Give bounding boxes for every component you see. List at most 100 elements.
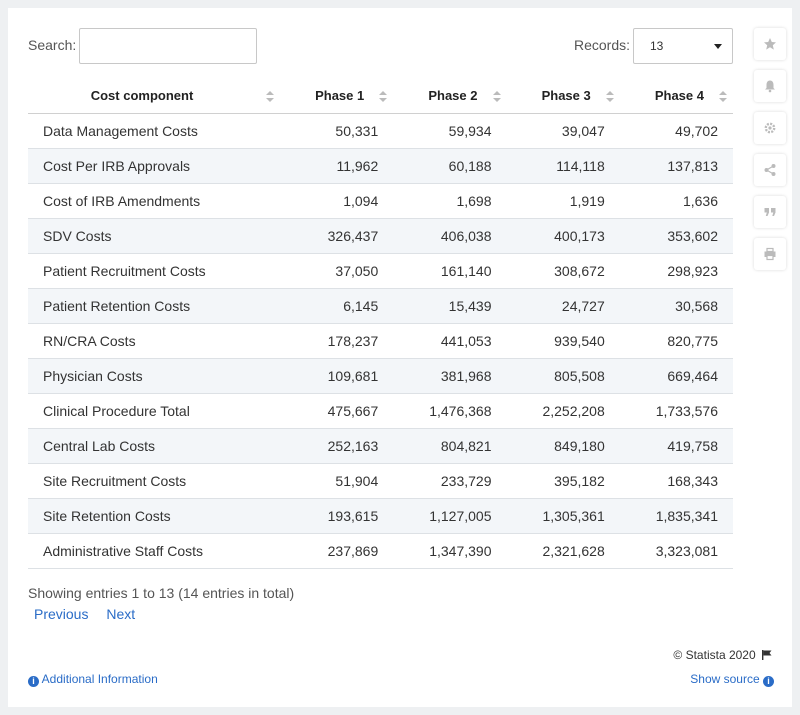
cell-phase-2: 1,127,005	[393, 498, 507, 534]
cell-phase-3: 24,727	[506, 288, 620, 324]
pagination: Previous Next	[34, 606, 149, 622]
cell-phase-2: 59,934	[393, 113, 507, 149]
table-row: Cost Per IRB Approvals 11,962 60,188 114,11…	[28, 148, 733, 184]
table-info: Showing entries 1 to 13 (14 entries in t…	[28, 585, 295, 601]
info-icon: i	[28, 676, 39, 687]
cell-name: Cost of IRB Amendments	[28, 183, 280, 219]
cell-name: Administrative Staff Costs	[28, 533, 280, 569]
sort-icon[interactable]	[492, 91, 501, 103]
cell-name: Central Lab Costs	[28, 428, 280, 464]
action-sidebar	[754, 28, 786, 280]
cell-phase-2: 15,439	[393, 288, 507, 324]
table-row: SDV Costs 326,437 406,038 400,173 353,602	[28, 218, 733, 254]
cell-phase-1: 37,050	[280, 253, 394, 289]
cell-phase-3: 939,540	[506, 323, 620, 359]
cell-name: Patient Recruitment Costs	[28, 253, 280, 289]
table-row: Central Lab Costs 252,163 804,821 849,180 41…	[28, 428, 733, 464]
cell-phase-4: 1,733,576	[619, 393, 733, 429]
show-source-label: Show source	[690, 672, 760, 686]
sort-icon[interactable]	[266, 91, 274, 103]
cell-phase-4: 353,602	[619, 218, 733, 254]
table-row: Patient Recruitment Costs 37,050 161,140 30…	[28, 253, 733, 289]
cell-phase-4: 820,775	[619, 323, 733, 359]
bell-icon	[765, 80, 775, 93]
copyright-text: © Statista 2020	[673, 648, 756, 662]
records-select[interactable]: 13	[633, 28, 733, 64]
cell-phase-4: 1,835,341	[619, 498, 733, 534]
cell-phase-3: 2,252,208	[506, 393, 620, 429]
sort-icon[interactable]	[719, 91, 727, 103]
cell-phase-3: 114,118	[506, 148, 620, 184]
next-link[interactable]: Next	[106, 606, 135, 622]
notification-button[interactable]	[754, 70, 786, 102]
gear-icon	[764, 122, 776, 134]
cell-phase-4: 298,923	[619, 253, 733, 289]
cite-button[interactable]	[754, 196, 786, 228]
cell-name: Site Retention Costs	[28, 498, 280, 534]
flag-icon[interactable]	[762, 650, 772, 660]
show-source-link[interactable]: Show source i	[690, 672, 774, 687]
cell-phase-1: 237,869	[280, 533, 394, 569]
column-header-phase-2[interactable]: Phase 2	[393, 78, 507, 114]
cell-phase-1: 11,962	[280, 148, 394, 184]
print-button[interactable]	[754, 238, 786, 270]
cell-phase-4: 3,323,081	[619, 533, 733, 569]
cell-phase-1: 6,145	[280, 288, 394, 324]
column-header-phase-4[interactable]: Phase 4	[619, 78, 733, 114]
table-row: Administrative Staff Costs 237,869 1,347,3…	[28, 533, 733, 569]
print-icon	[764, 247, 776, 261]
table-row: Cost of IRB Amendments 1,094 1,698 1,919 1,6…	[28, 183, 733, 219]
additional-information-link[interactable]: i Additional Information	[28, 672, 158, 687]
cell-phase-1: 252,163	[280, 428, 394, 464]
column-header-phase-3[interactable]: Phase 3	[506, 78, 620, 114]
cell-phase-1: 178,237	[280, 323, 394, 359]
cell-phase-3: 1,919	[506, 183, 620, 219]
sort-icon[interactable]	[379, 91, 388, 103]
cell-phase-4: 30,568	[619, 288, 733, 324]
quote-icon	[764, 208, 776, 216]
cell-phase-3: 805,508	[506, 358, 620, 394]
cell-phase-3: 849,180	[506, 428, 620, 464]
cell-phase-1: 193,615	[280, 498, 394, 534]
settings-button[interactable]	[754, 112, 786, 144]
cell-phase-2: 1,698	[393, 183, 507, 219]
info-icon: i	[763, 676, 774, 687]
previous-link[interactable]: Previous	[34, 606, 88, 622]
cell-phase-3: 39,047	[506, 113, 620, 149]
cell-phase-1: 1,094	[280, 183, 394, 219]
cell-phase-4: 49,702	[619, 113, 733, 149]
column-header-cost-component[interactable]: Cost component	[28, 78, 280, 114]
table-row: Physician Costs 109,681 381,968 805,508 669,…	[28, 358, 733, 394]
cell-phase-4: 669,464	[619, 358, 733, 394]
caret-down-icon	[714, 44, 722, 49]
cell-phase-3: 2,321,628	[506, 533, 620, 569]
share-icon	[764, 164, 776, 176]
cell-phase-2: 1,476,368	[393, 393, 507, 429]
cell-name: Clinical Procedure Total	[28, 393, 280, 429]
records-value: 13	[650, 39, 664, 53]
column-header-phase-1[interactable]: Phase 1	[280, 78, 394, 114]
table-row: Site Recruitment Costs 51,904 233,729 395,1…	[28, 463, 733, 499]
copyright: © Statista 2020	[673, 648, 772, 662]
records-label: Records:	[574, 37, 631, 53]
cell-name: Patient Retention Costs	[28, 288, 280, 324]
cell-phase-3: 395,182	[506, 463, 620, 499]
search-input[interactable]	[79, 28, 257, 64]
search-label: Search:	[28, 37, 77, 53]
cell-phase-1: 50,331	[280, 113, 394, 149]
share-button[interactable]	[754, 154, 786, 186]
table-row: Site Retention Costs 193,615 1,127,005 1,30…	[28, 498, 733, 534]
cell-phase-2: 804,821	[393, 428, 507, 464]
sort-icon[interactable]	[605, 91, 614, 103]
cell-name: Site Recruitment Costs	[28, 463, 280, 499]
star-icon	[764, 38, 776, 50]
cell-phase-1: 51,904	[280, 463, 394, 499]
cell-phase-2: 406,038	[393, 218, 507, 254]
cell-name: Physician Costs	[28, 358, 280, 394]
table-row: RN/CRA Costs 178,237 441,053 939,540 820,775	[28, 323, 733, 359]
favorite-button[interactable]	[754, 28, 786, 60]
statistic-card: Search: Records: 13 Cost component Phase…	[8, 8, 792, 707]
cell-phase-4: 137,813	[619, 148, 733, 184]
additional-information-label: Additional Information	[41, 672, 158, 686]
cell-phase-2: 381,968	[393, 358, 507, 394]
